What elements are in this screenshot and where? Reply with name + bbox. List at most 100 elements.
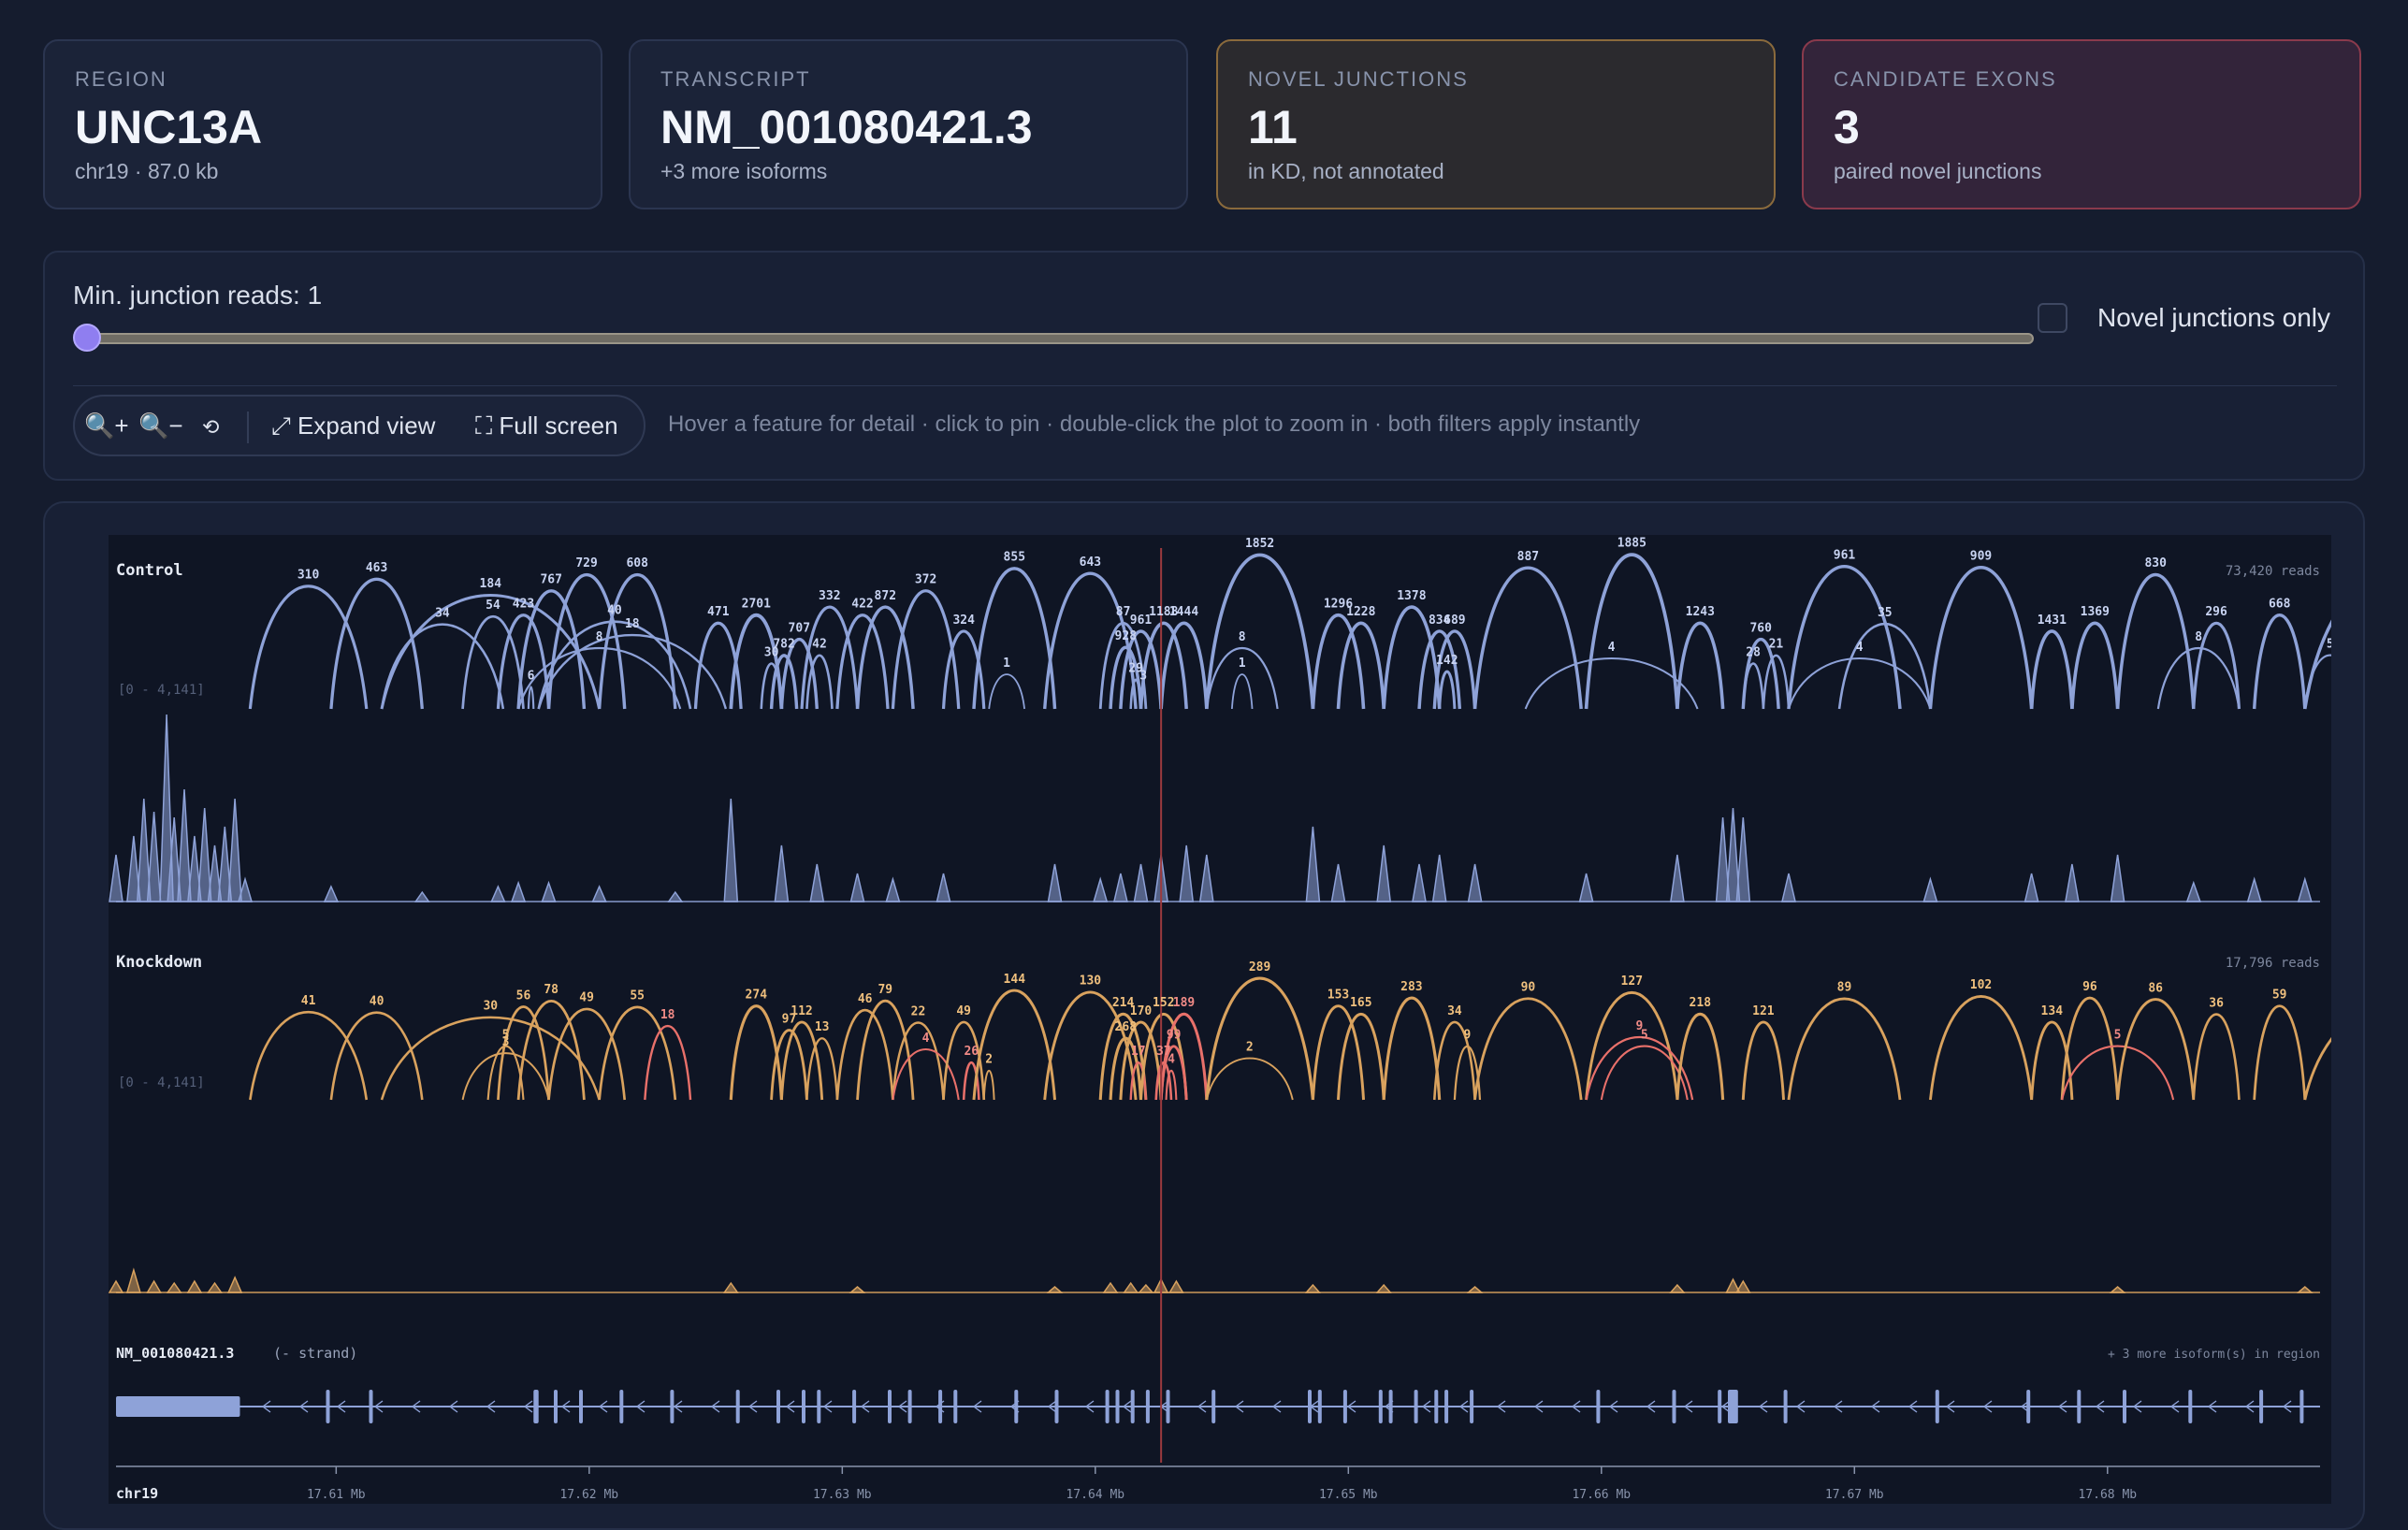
control-junction-count: 830	[2144, 556, 2167, 570]
knockdown-junction-count: 268	[1115, 1020, 1138, 1034]
control-junction-count: 422	[851, 597, 873, 611]
control-junction-count: 35	[1878, 606, 1893, 620]
transcript-track-title: NM_001080421.3	[116, 1345, 234, 1362]
x-axis-tick-label: 17.64 Mb	[1066, 1488, 1124, 1502]
control-junction-count: 909	[1970, 549, 1992, 563]
knockdown-junction-count: 86	[2148, 981, 2163, 995]
control-junction-count: 332	[819, 589, 840, 603]
transcript-exon	[852, 1390, 857, 1423]
transcript-exon	[1115, 1390, 1120, 1423]
control-junction-count: 463	[366, 561, 387, 575]
control-junction-count: 471	[707, 605, 730, 619]
zoom-out-button[interactable]: 🔍−	[138, 411, 183, 440]
control-junction-count: 18	[625, 617, 640, 631]
x-axis-tick-label: 17.68 Mb	[2078, 1488, 2137, 1502]
transcript-exon	[554, 1390, 558, 1423]
knockdown-junction-count: 112	[791, 1004, 812, 1018]
transcript-exon	[1317, 1390, 1322, 1423]
control-junction-count: 961	[1834, 548, 1856, 562]
novel-junctions-value: 11	[1248, 101, 1298, 153]
control-junction-count: 8	[1239, 630, 1246, 644]
control-junction-count: 643	[1080, 556, 1101, 570]
knockdown-junction-count: 49	[956, 1004, 971, 1018]
knockdown-junction-count: 153	[1327, 988, 1349, 1002]
zoom-in-button[interactable]: 🔍+	[84, 411, 129, 440]
transcript-exon	[1130, 1390, 1135, 1423]
knockdown-junction-count: 152	[1153, 996, 1174, 1010]
control-range-label: [0 - 4,141]	[118, 683, 205, 698]
control-track-title: Control	[116, 561, 183, 580]
knockdown-junction-count: 2	[1246, 1040, 1254, 1054]
transcript-exon	[953, 1390, 958, 1423]
control-junction-count: 872	[875, 589, 896, 603]
min-reads-label: Min. junction reads: 1	[73, 281, 323, 310]
control-junction-count: 767	[540, 573, 561, 587]
transcript-exon	[1470, 1390, 1474, 1423]
candidate-exons-sub: paired novel junctions	[1834, 159, 2042, 183]
candidate-exons-label: CANDIDATE EXONS	[1834, 67, 2057, 91]
knockdown-junction-count: 99	[1167, 1029, 1182, 1043]
knockdown-junction-count: 56	[516, 989, 531, 1003]
knockdown-junction-count: 9	[1463, 1029, 1471, 1043]
min-reads-slider-thumb[interactable]	[73, 324, 101, 352]
control-junction-count: 296	[2205, 605, 2227, 619]
x-axis-tick-label: 17.67 Mb	[1825, 1488, 1884, 1502]
expand-view-button[interactable]: ⤢ Expand view	[271, 411, 435, 441]
x-axis-tick-label: 17.61 Mb	[307, 1488, 366, 1502]
control-junction-count: 1852	[1245, 537, 1274, 551]
knockdown-junction-count: 89	[1837, 981, 1852, 995]
control-junction-count: 1885	[1617, 537, 1646, 551]
control-junction-count: 40	[607, 603, 622, 617]
knockdown-junction-count: 130	[1080, 974, 1102, 989]
transcript-more-isoforms: + 3 more isoform(s) in region	[2108, 1348, 2320, 1362]
control-junction-count: 707	[789, 621, 810, 635]
knockdown-junction-count: 49	[579, 991, 594, 1005]
transcript-card: TRANSCRIPT NM_001080421.3 +3 more isofor…	[629, 39, 1188, 209]
region-card: REGION UNC13A chr19 · 87.0 kb	[43, 39, 602, 209]
control-junction-count: 34	[435, 606, 450, 620]
knockdown-junction-count: 90	[1521, 981, 1536, 995]
control-junction-count: 310	[297, 569, 320, 583]
knockdown-junction-count: 59	[2272, 988, 2287, 1002]
reset-zoom-button[interactable]: ⟲	[202, 415, 219, 440]
sashimi-plot[interactable]: 17.61 Mb 17.62 Mb 17.63 Mb 17.64 Mb 17.65 Mb…	[109, 535, 2331, 1504]
knockdown-junction-count: 134	[2041, 1004, 2064, 1018]
fullscreen-button[interactable]: ⛶ Full screen	[475, 411, 618, 441]
control-junction-count: 1228	[1346, 605, 1375, 619]
novel-only-label[interactable]: Novel junctions only	[2097, 303, 2330, 333]
novel-junctions-label: NOVEL JUNCTIONS	[1248, 67, 1469, 91]
transcript-exon	[1596, 1390, 1601, 1423]
knockdown-junction-count: 5	[502, 1028, 510, 1042]
x-axis-tick-label: 17.63 Mb	[813, 1488, 872, 1502]
knockdown-junction-count: 46	[858, 992, 873, 1006]
knockdown-junction-count: 218	[1690, 996, 1712, 1010]
region-label: REGION	[75, 67, 167, 91]
knockdown-junction-count: 26	[964, 1045, 979, 1059]
x-axis-tick-label: 17.62 Mb	[559, 1488, 618, 1502]
transcript-exon	[1672, 1390, 1676, 1423]
control-junction-count: 184	[480, 577, 502, 591]
knockdown-junction-count: 4	[922, 1032, 930, 1046]
transcript-exon	[888, 1390, 892, 1423]
control-junction-count: 372	[915, 573, 936, 587]
control-junction-count: 782	[773, 638, 794, 652]
transcript-exon	[1444, 1390, 1449, 1423]
transcript-exon	[1718, 1390, 1722, 1423]
transcript-exon	[1414, 1390, 1418, 1423]
control-junction-count: 887	[1517, 550, 1539, 564]
knockdown-junction-count: 17	[1131, 1045, 1146, 1059]
control-junction-count: 423	[513, 597, 534, 611]
knockdown-junction-count: 34	[1447, 1004, 1462, 1018]
control-junction-count: 760	[1749, 621, 1772, 635]
knockdown-junction-count: 79	[878, 983, 892, 997]
transcript-sub: +3 more isoforms	[660, 159, 828, 183]
novel-junctions-card: NOVEL JUNCTIONS 11 in KD, not annotated	[1216, 39, 1776, 209]
knockdown-junction-count: 41	[301, 994, 316, 1008]
control-junction-count: 668	[2269, 597, 2291, 611]
zoom-toolbar: 🔍+ 🔍− ⟲ ⤢ Expand view ⛶ Full screen	[73, 395, 646, 456]
transcript-exon	[2259, 1390, 2264, 1423]
min-reads-slider-track[interactable]	[86, 333, 2034, 344]
novel-only-checkbox[interactable]	[2038, 303, 2067, 333]
transcript-exon	[907, 1390, 912, 1423]
controls-divider	[73, 385, 2337, 386]
